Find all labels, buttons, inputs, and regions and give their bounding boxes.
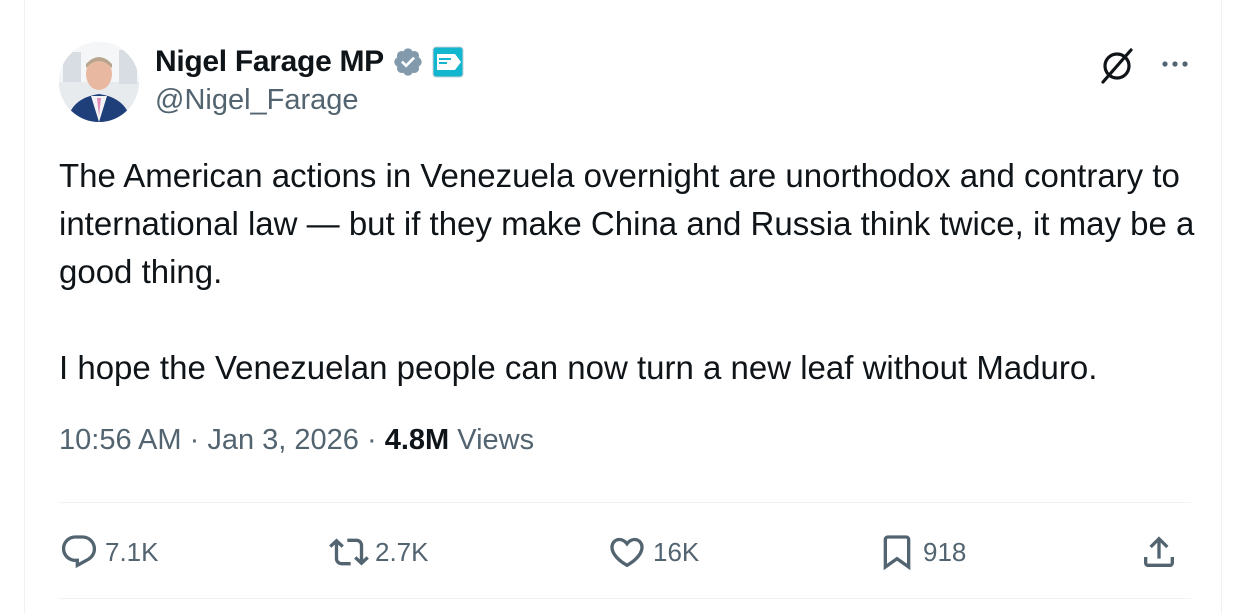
bookmark-icon <box>883 535 911 571</box>
post-paragraph: The American actions in Venezuela overni… <box>59 157 1195 290</box>
like-count: 16K <box>653 536 700 567</box>
name-row: Nigel Farage MP <box>155 42 464 82</box>
avatar[interactable] <box>59 42 139 122</box>
reply-count: 7.1K <box>105 536 159 567</box>
reply-button[interactable]: 7.1K <box>59 526 159 578</box>
post-date[interactable]: Jan 3, 2026 <box>207 424 359 456</box>
bookmark-count: 918 <box>923 536 967 567</box>
bookmark-button[interactable]: 918 <box>877 526 966 578</box>
post-paragraph: I hope the Venezuelan people can now tur… <box>59 349 1098 386</box>
repost-icon <box>329 538 369 566</box>
share-button[interactable] <box>1139 526 1179 578</box>
handle[interactable]: @Nigel_Farage <box>155 84 464 117</box>
display-name[interactable]: Nigel Farage MP <box>155 45 384 79</box>
reply-icon <box>61 535 97 569</box>
repost-count: 2.7K <box>375 536 429 567</box>
meta-separator: · <box>189 424 200 456</box>
grok-icon[interactable] <box>1095 44 1139 88</box>
action-bar: 7.1K 2.7K 16K 918 <box>59 526 1191 578</box>
divider <box>59 502 1191 503</box>
post-time[interactable]: 10:56 AM <box>59 424 182 456</box>
author-block: Nigel Farage MP @Nigel_Farage <box>155 42 464 117</box>
like-icon <box>610 537 644 568</box>
views-label: Views <box>457 424 535 456</box>
more-icon[interactable] <box>1155 46 1195 82</box>
affiliation-badge-icon[interactable] <box>432 46 464 78</box>
divider <box>59 598 1191 599</box>
repost-button[interactable]: 2.7K <box>329 526 429 578</box>
tweet-card: Nigel Farage MP @Nigel_Farage The Americ… <box>24 0 1222 614</box>
meta-separator: · <box>366 424 377 456</box>
post-meta: 10:56 AM · Jan 3, 2026 · 4.8M Views <box>59 424 534 457</box>
share-icon <box>1144 536 1174 567</box>
views-count: 4.8M <box>384 424 450 456</box>
verified-badge-icon[interactable] <box>392 46 424 78</box>
post-text: The American actions in Venezuela overni… <box>59 152 1199 392</box>
like-button[interactable]: 16K <box>607 526 699 578</box>
avatar-image <box>59 42 139 122</box>
